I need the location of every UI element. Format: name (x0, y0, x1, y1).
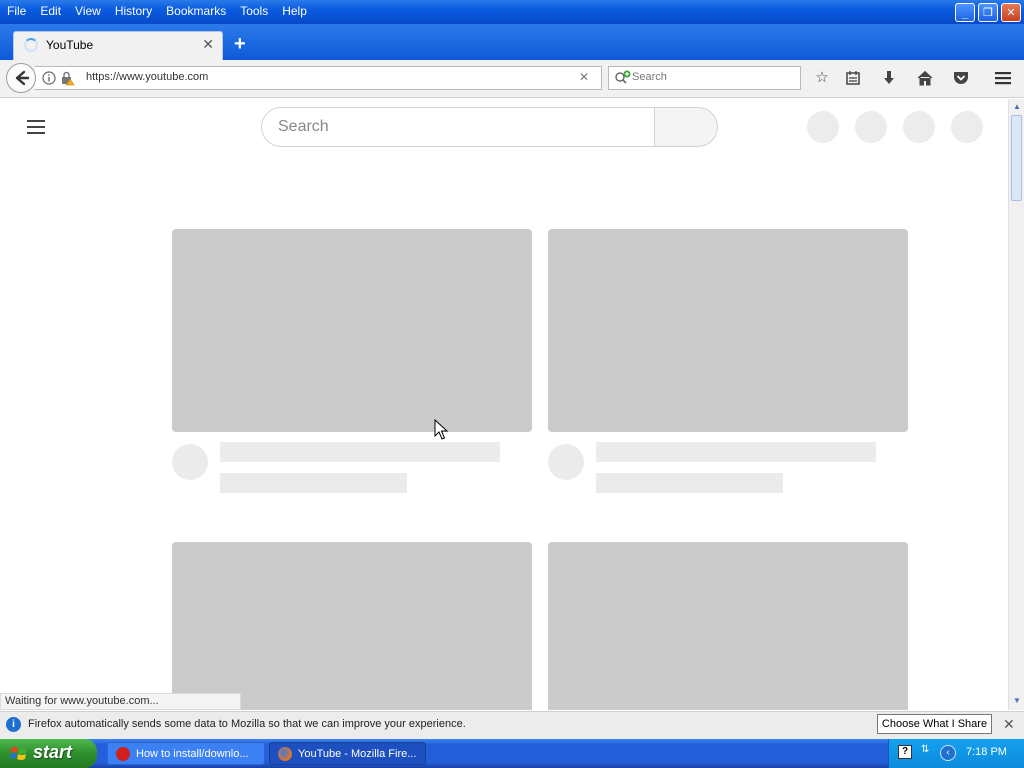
video-thumbnail-placeholder (172, 229, 532, 432)
new-tab-icon[interactable]: + (234, 33, 246, 56)
video-title-placeholder (220, 442, 500, 462)
video-thumbnail-placeholder (548, 229, 908, 432)
channel-avatar-placeholder (548, 444, 584, 480)
star-icon[interactable]: ☆ (813, 69, 831, 87)
close-window-button[interactable]: ✕ (1001, 3, 1021, 22)
menu-tools[interactable]: Tools (233, 1, 275, 21)
video-meta-placeholder (596, 473, 783, 493)
menu-bar: File Edit View History Bookmarks Tools H… (0, 0, 314, 22)
help-tray-icon[interactable]: ? (898, 745, 912, 759)
info-icon[interactable] (42, 71, 56, 85)
close-icon: ✕ (1006, 7, 1016, 19)
scrollbar-thumb[interactable] (1011, 115, 1022, 201)
back-button[interactable] (6, 63, 36, 93)
tab-close-icon[interactable]: ✕ (202, 36, 214, 53)
restore-icon: ❐ (983, 7, 993, 19)
start-label[interactable]: start (33, 742, 72, 763)
lock-warning-icon[interactable] (60, 70, 76, 86)
scroll-down-icon[interactable]: ▼ (1011, 695, 1023, 707)
url-text[interactable]: https://www.youtube.com (86, 71, 208, 83)
menu-help[interactable]: Help (275, 1, 314, 21)
clear-url-icon[interactable]: ✕ (579, 70, 589, 84)
menu-view[interactable]: View (68, 1, 108, 21)
guide-menu-icon[interactable] (27, 120, 45, 138)
opera-icon (116, 747, 130, 761)
menu-file[interactable]: File (0, 1, 33, 21)
menu-history[interactable]: History (108, 1, 159, 21)
menu-bookmarks[interactable]: Bookmarks (159, 1, 233, 21)
notification-text: Firefox automatically sends some data to… (28, 718, 466, 730)
video-title-placeholder (596, 442, 876, 462)
video-thumbnail-placeholder (172, 542, 532, 710)
header-icon-placeholder (903, 111, 935, 143)
taskbar-item-label: YouTube - Mozilla Fire... (298, 748, 417, 760)
menu-icon[interactable] (994, 70, 1012, 86)
youtube-search-input[interactable]: Search (278, 118, 329, 136)
scroll-up-icon[interactable]: ▲ (1011, 101, 1023, 113)
header-icon-placeholder (807, 111, 839, 143)
browser-search-input[interactable]: Search (632, 71, 667, 83)
download-icon[interactable] (881, 70, 897, 86)
collapse-tray-icon[interactable]: ‹ (940, 745, 956, 761)
status-text: Waiting for www.youtube.com... (0, 693, 241, 710)
page-scrollbar[interactable]: ▲ ▼ (1008, 99, 1024, 710)
taskbar-item-opera[interactable]: How to install/downlo... (107, 742, 265, 765)
video-meta-placeholder (220, 473, 407, 493)
taskbar-item-firefox[interactable]: YouTube - Mozilla Fire... (269, 742, 426, 765)
home-icon[interactable] (917, 70, 933, 86)
windows-logo-icon (10, 747, 27, 760)
video-thumbnail-placeholder (548, 542, 908, 710)
minimize-button[interactable]: _ (955, 3, 975, 22)
reading-list-icon[interactable] (845, 70, 861, 86)
network-tray-icon[interactable]: ⇅ (921, 744, 929, 755)
choose-what-i-share-button[interactable]: Choose What I Share (877, 714, 992, 734)
pocket-icon[interactable] (952, 70, 970, 86)
tab-title: YouTube (46, 38, 94, 52)
info-icon: i (6, 717, 21, 732)
clock: 7:18 PM (966, 746, 1007, 758)
tab-youtube[interactable]: YouTube ✕ (13, 31, 223, 60)
menu-edit[interactable]: Edit (33, 1, 68, 21)
notification-close-icon[interactable]: ✕ (1003, 716, 1015, 733)
minimize-icon: _ (961, 5, 969, 20)
youtube-search-button[interactable] (654, 107, 718, 147)
header-icon-placeholder (951, 111, 983, 143)
loading-spinner-icon (24, 38, 38, 52)
firefox-icon (278, 747, 292, 761)
channel-avatar-placeholder (172, 444, 208, 480)
taskbar-item-label: How to install/downlo... (136, 748, 249, 760)
search-engine-icon[interactable] (614, 70, 632, 86)
restore-button[interactable]: ❐ (978, 3, 998, 22)
header-icon-placeholder (855, 111, 887, 143)
mouse-cursor-icon (434, 419, 448, 440)
back-arrow-icon (15, 70, 30, 86)
